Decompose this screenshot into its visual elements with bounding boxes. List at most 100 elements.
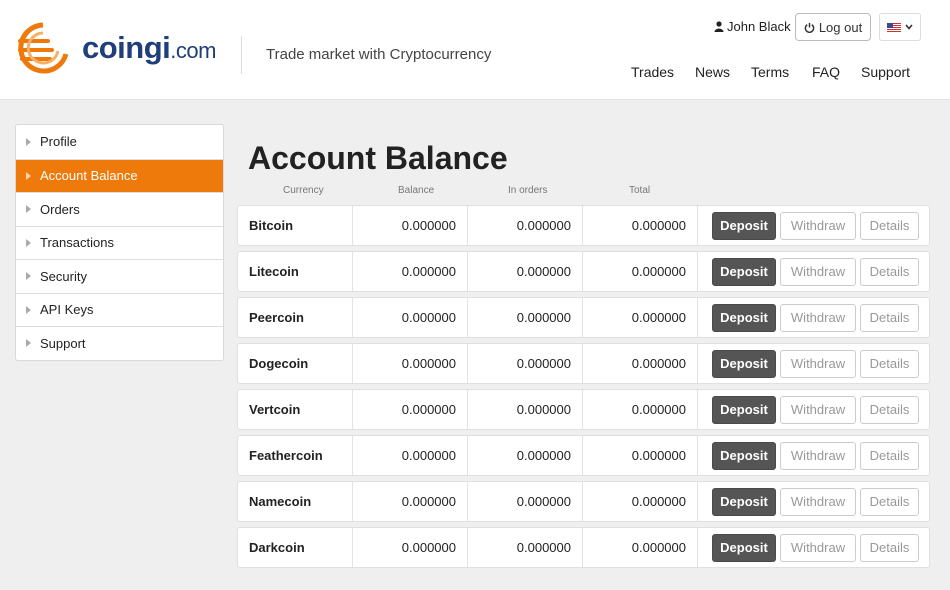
withdraw-button[interactable]: Withdraw [780,349,856,378]
balance-table: Bitcoin 0.000000 0.000000 0.000000 Deposit Wi… [237,205,930,573]
caret-right-icon [26,137,31,146]
sidebar-item-support[interactable]: Support [16,326,223,360]
logout-label: Log out [818,19,863,35]
sidebar-item-api-keys[interactable]: API Keys [16,292,223,327]
row-actions: Deposit Withdraw Details [698,441,919,470]
sidebar-item-profile[interactable]: Profile [16,125,223,159]
withdraw-button[interactable]: Withdraw [780,533,856,562]
details-button[interactable]: Details [860,211,919,240]
total-value: 0.000000 [583,482,698,521]
sidebar-item-label: Profile [40,134,77,150]
total-value: 0.000000 [583,528,698,567]
in-orders-value: 0.000000 [468,482,583,521]
sidebar-item-label: Security [40,268,87,284]
balance-value: 0.000000 [353,344,468,383]
nav-news[interactable]: News [695,64,730,80]
in-orders-value: 0.000000 [468,528,583,567]
caret-right-icon [26,238,31,247]
currency-name: Feathercoin [238,436,353,475]
column-header-currency: Currency [283,185,324,196]
sidebar-item-label: API Keys [40,302,94,318]
withdraw-button[interactable]: Withdraw [780,211,856,240]
details-button[interactable]: Details [860,533,919,562]
sidebar-item-label: Account Balance [40,168,138,184]
deposit-button[interactable]: Deposit [712,395,776,424]
logout-button[interactable]: Log out [795,13,871,41]
balance-value: 0.000000 [353,390,468,429]
in-orders-value: 0.000000 [468,344,583,383]
currency-name: Namecoin [238,482,353,521]
deposit-button[interactable]: Deposit [712,441,776,470]
currency-name: Litecoin [238,252,353,291]
withdraw-button[interactable]: Withdraw [780,303,856,332]
in-orders-value: 0.000000 [468,252,583,291]
column-header-in-orders: In orders [508,185,548,196]
tagline: Trade market with Cryptocurrency [266,46,492,63]
logo[interactable]: coingi.com [14,18,224,78]
balance-value: 0.000000 [353,298,468,337]
details-button[interactable]: Details [860,487,919,516]
sidebar-item-security[interactable]: Security [16,259,223,293]
total-value: 0.000000 [583,344,698,383]
balance-value: 0.000000 [353,436,468,475]
site-header: coingi.com Trade market with Cryptocurre… [0,0,950,100]
table-row: Bitcoin 0.000000 0.000000 0.000000 Deposit Wi… [237,205,930,246]
chevron-down-icon [905,24,913,30]
page-title: Account Balance [248,140,508,176]
deposit-button[interactable]: Deposit [712,487,776,516]
deposit-button[interactable]: Deposit [712,257,776,286]
details-button[interactable]: Details [860,395,919,424]
sidebar-item-orders[interactable]: Orders [16,192,223,226]
nav-trades[interactable]: Trades [631,64,674,80]
in-orders-value: 0.000000 [468,206,583,245]
currency-name: Bitcoin [238,206,353,245]
balance-value: 0.000000 [353,482,468,521]
sidebar-item-label: Support [40,335,86,351]
table-row: Feathercoin 0.000000 0.000000 0.000000 Depos… [237,435,930,476]
sidebar-item-transactions[interactable]: Transactions [16,225,223,260]
sidebar-item-account-balance[interactable]: Account Balance [16,158,223,192]
deposit-button[interactable]: Deposit [712,303,776,332]
row-actions: Deposit Withdraw Details [698,211,919,240]
in-orders-value: 0.000000 [468,390,583,429]
nav-terms[interactable]: Terms [751,64,789,80]
total-value: 0.000000 [583,298,698,337]
row-actions: Deposit Withdraw Details [698,303,919,332]
caret-right-icon [26,305,31,314]
column-header-balance: Balance [398,185,435,196]
coin-stack-logo-icon [18,22,69,74]
balance-value: 0.000000 [353,252,468,291]
account-sidebar: Profile Account Balance Orders Transacti… [15,124,224,361]
details-button[interactable]: Details [860,441,919,470]
total-value: 0.000000 [583,252,698,291]
nav-support[interactable]: Support [861,64,910,80]
withdraw-button[interactable]: Withdraw [780,441,856,470]
currency-name: Dogecoin [238,344,353,383]
nav-faq[interactable]: FAQ [812,64,840,80]
details-button[interactable]: Details [860,303,919,332]
table-row: Vertcoin 0.000000 0.000000 0.000000 Deposit W… [237,389,930,430]
total-value: 0.000000 [583,390,698,429]
us-flag-icon [887,22,901,32]
language-dropdown[interactable] [879,13,921,41]
user-icon [714,21,724,32]
sidebar-item-label: Orders [40,201,80,217]
details-button[interactable]: Details [860,349,919,378]
deposit-button[interactable]: Deposit [712,211,776,240]
row-actions: Deposit Withdraw Details [698,395,919,424]
row-actions: Deposit Withdraw Details [698,349,919,378]
currency-name: Darkcoin [238,528,353,567]
withdraw-button[interactable]: Withdraw [780,257,856,286]
deposit-button[interactable]: Deposit [712,349,776,378]
caret-right-icon [26,272,31,281]
user-name[interactable]: John Black [714,19,791,34]
total-value: 0.000000 [583,206,698,245]
deposit-button[interactable]: Deposit [712,533,776,562]
withdraw-button[interactable]: Withdraw [780,487,856,516]
table-row: Darkcoin 0.000000 0.000000 0.000000 Deposit W… [237,527,930,568]
total-value: 0.000000 [583,436,698,475]
caret-right-icon [26,171,31,180]
details-button[interactable]: Details [860,257,919,286]
withdraw-button[interactable]: Withdraw [780,395,856,424]
logo-name: coingi [82,30,171,65]
